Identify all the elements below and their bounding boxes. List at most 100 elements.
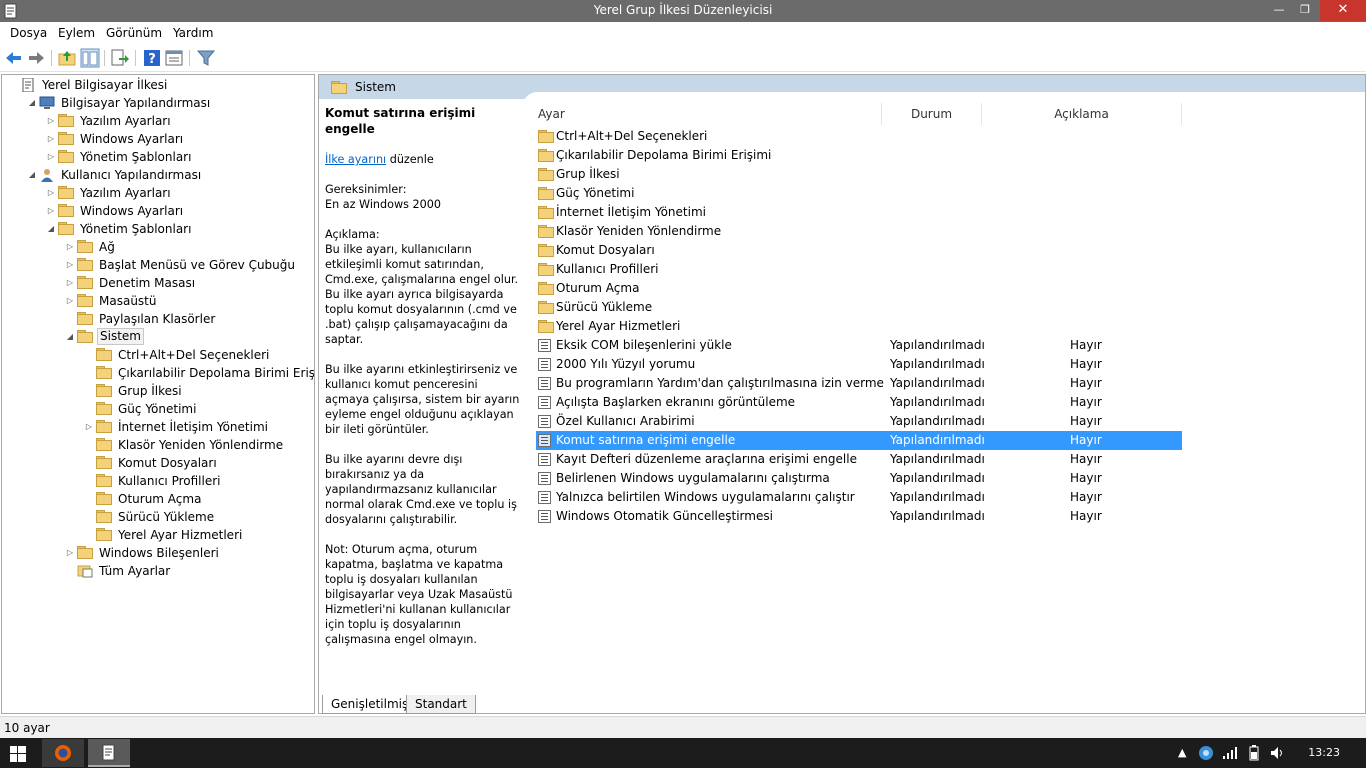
tree-node[interactable]: ▷ Masaüstü [65, 292, 302, 310]
tree-node[interactable]: ▷ Yazılım Ayarları [46, 184, 302, 202]
tree-node[interactable]: Güç Yönetimi [84, 400, 302, 418]
minimize-button[interactable]: — [1266, 0, 1292, 21]
list-folder-row[interactable]: Ctrl+Alt+Del Seçenekleri [536, 127, 1182, 146]
list-policy-row[interactable]: 2000 Yılı Yüzyıl yorumu Yapılandırılmadı H… [536, 355, 1182, 374]
maximize-button[interactable]: ❐ [1292, 0, 1318, 21]
expand-arrow-icon[interactable]: ▷ [65, 292, 75, 310]
tree-node[interactable]: ◢ Kullanıcı Yapılandırması [27, 166, 302, 184]
tab-standard[interactable]: Standart [406, 695, 476, 714]
list-folder-row[interactable]: Kullanıcı Profilleri [536, 260, 1182, 279]
battery-icon[interactable] [1246, 745, 1262, 761]
tree-node[interactable]: Kullanıcı Profilleri [84, 472, 302, 490]
list-folder-row[interactable]: Grup İlkesi [536, 165, 1182, 184]
list-folder-row[interactable]: Yerel Ayar Hizmetleri [536, 317, 1182, 336]
expand-arrow-icon[interactable]: ▷ [84, 418, 94, 436]
tree-node[interactable]: ▷ Denetim Masası [65, 274, 302, 292]
show-hide-tree-icon[interactable] [80, 48, 100, 68]
column-header-state[interactable]: Durum [882, 103, 982, 125]
tree-node[interactable]: ▷ Ağ [65, 238, 302, 256]
expand-arrow-icon[interactable]: ▷ [46, 112, 56, 130]
tree-node[interactable]: ▷ Windows Bileşenleri [65, 544, 302, 562]
expand-arrow-icon[interactable]: ▷ [65, 544, 75, 562]
expand-arrow-icon[interactable]: ▷ [46, 130, 56, 148]
tree-node[interactable]: Paylaşılan Klasörler [65, 310, 302, 328]
collapse-arrow-icon[interactable]: ◢ [27, 94, 37, 112]
clock[interactable]: 13:23 [1308, 746, 1340, 759]
menu-yardim[interactable]: Yardım [173, 26, 213, 40]
up-folder-icon[interactable] [57, 48, 77, 68]
expand-arrow-icon[interactable]: ▷ [46, 202, 56, 220]
expand-arrow-icon[interactable]: ▷ [46, 148, 56, 166]
tree-node[interactable]: ▷ Windows Ayarları [46, 202, 302, 220]
tree-node[interactable]: Grup İlkesi [84, 382, 302, 400]
list-folder-row[interactable]: Oturum Açma [536, 279, 1182, 298]
list-folder-row[interactable]: İnternet İletişim Yönetimi [536, 203, 1182, 222]
list-policy-row[interactable]: Belirlenen Windows uygulamalarını çalışt… [536, 469, 1182, 488]
description-title: Komut satırına erişimi engelle [325, 106, 476, 136]
tree-node[interactable]: ▷ İnternet İletişim Yönetimi [84, 418, 302, 436]
list-policy-row[interactable]: Kayıt Defteri düzenleme araçlarına erişi… [536, 450, 1182, 469]
tree-node[interactable]: Ctrl+Alt+Del Seçenekleri [84, 346, 302, 364]
list-policy-row[interactable]: Komut satırına erişimi engelle Yapılandır… [536, 431, 1182, 450]
collapse-arrow-icon[interactable]: ◢ [46, 220, 56, 238]
firefox-taskbar-button[interactable] [42, 739, 84, 767]
tree-node[interactable]: ▷ Windows Ayarları [46, 130, 302, 148]
expand-arrow-icon[interactable]: ▷ [65, 256, 75, 274]
list-policy-row[interactable]: Özel Kullanıcı Arabirimi Yapılandırılmadı… [536, 412, 1182, 431]
collapse-arrow-icon[interactable]: ◢ [27, 166, 37, 184]
export-list-icon[interactable] [110, 48, 130, 68]
tree-node[interactable]: ▷ Başlat Menüsü ve Görev Çubuğu [65, 256, 302, 274]
menu-dosya[interactable]: Dosya [10, 26, 47, 40]
list-item-name: Sürücü Yükleme [556, 300, 653, 314]
list-folder-row[interactable]: Çıkarılabilir Depolama Birimi Erişimi [536, 146, 1182, 165]
close-button[interactable]: ✕ [1320, 0, 1366, 21]
gpedit-taskbar-button[interactable] [88, 739, 130, 767]
tree-node[interactable]: ▷ Yönetim Şablonları [46, 148, 302, 166]
expand-arrow-icon[interactable]: ▷ [65, 274, 75, 292]
tree-node[interactable]: Sürücü Yükleme [84, 508, 302, 526]
network-icon[interactable] [1222, 746, 1238, 760]
list-policy-row[interactable]: Yalnızca belirtilen Windows uygulamaları… [536, 488, 1182, 507]
tree-node[interactable]: ◢ Yönetim Şablonları [46, 220, 302, 238]
policy-state: Yapılandırılmadı [890, 452, 985, 466]
list-policy-row[interactable]: Açılışta Başlarken ekranını görüntüleme Y… [536, 393, 1182, 412]
list-policy-row[interactable]: Eksik COM bileşenlerini yükle Yapılandırı… [536, 336, 1182, 355]
tree-node[interactable]: Klasör Yeniden Yönlendirme [84, 436, 302, 454]
policy-comment: Hayır [1070, 395, 1102, 409]
expand-arrow-icon[interactable]: ▷ [65, 238, 75, 256]
tree-node[interactable]: Yerel Bilgisayar İlkesi [8, 76, 302, 94]
edit-policy-link[interactable]: İlke ayarını [325, 153, 386, 166]
windows-start-icon[interactable] [10, 746, 26, 762]
filter-icon[interactable] [196, 48, 216, 68]
column-header-comment[interactable]: Açıklama [982, 103, 1182, 125]
forward-arrow-icon[interactable] [26, 48, 46, 68]
help-icon[interactable]: ? [142, 48, 162, 68]
tab-extended[interactable]: Genişletilmiş [322, 695, 418, 714]
tree-node[interactable]: Komut Dosyaları [84, 454, 302, 472]
menu-gorunum[interactable]: Görünüm [106, 26, 162, 40]
tray-app-icon[interactable] [1198, 745, 1214, 761]
tray-chevron-icon[interactable]: ▲ [1178, 746, 1186, 759]
tree-node[interactable]: Oturum Açma [84, 490, 302, 508]
tree-node-label: Denetim Masası [99, 276, 196, 290]
volume-icon[interactable] [1270, 746, 1286, 760]
tree-node[interactable]: ▷ Yazılım Ayarları [46, 112, 302, 130]
list-folder-row[interactable]: Klasör Yeniden Yönlendirme [536, 222, 1182, 241]
policy-name: Kayıt Defteri düzenleme araçlarına erişi… [556, 452, 857, 466]
expand-arrow-icon[interactable]: ▷ [46, 184, 56, 202]
back-arrow-icon[interactable] [4, 48, 24, 68]
tree-node[interactable]: Çıkarılabilir Depolama Birimi Erişimi [84, 364, 314, 382]
column-header-setting[interactable]: Ayar [532, 103, 882, 125]
menu-eylem[interactable]: Eylem [58, 26, 95, 40]
tree-node[interactable]: ◢ Bilgisayar Yapılandırması [27, 94, 302, 112]
list-policy-row[interactable]: Windows Otomatik Güncelleştirmesi Yapılan… [536, 507, 1182, 526]
collapse-arrow-icon[interactable]: ◢ [65, 328, 75, 346]
tree-node[interactable]: ◢ Sistem [65, 328, 302, 346]
list-folder-row[interactable]: Güç Yönetimi [536, 184, 1182, 203]
list-folder-row[interactable]: Sürücü Yükleme [536, 298, 1182, 317]
properties-icon[interactable] [164, 48, 184, 68]
list-folder-row[interactable]: Komut Dosyaları [536, 241, 1182, 260]
tree-node[interactable]: Tüm Ayarlar [65, 562, 302, 580]
list-policy-row[interactable]: Bu programların Yardım'dan çalıştırılmas… [536, 374, 1182, 393]
tree-node[interactable]: Yerel Ayar Hizmetleri [84, 526, 302, 544]
